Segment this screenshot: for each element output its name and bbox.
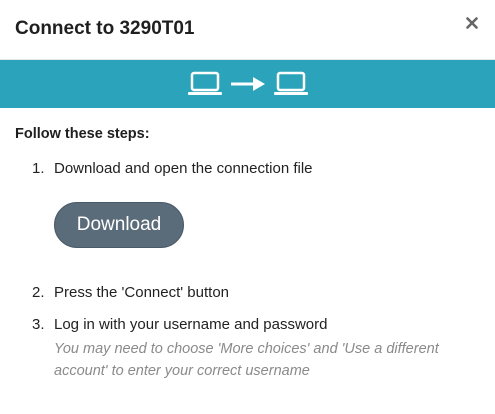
step-text: Press the 'Connect' button	[54, 284, 229, 301]
step-body: Download and open the connection file Do…	[54, 158, 480, 272]
steps-list: 1. Download and open the connection file…	[15, 158, 480, 382]
step-body: Press the 'Connect' button	[54, 282, 480, 304]
step-text: Download and open the connection file	[54, 160, 313, 177]
close-icon	[466, 17, 478, 29]
step-number: 1.	[32, 160, 45, 177]
step-hint: You may need to choose 'More choices' an…	[54, 341, 439, 379]
download-button[interactable]: Download	[54, 202, 184, 248]
connection-banner	[0, 60, 495, 108]
connect-dialog: Connect to 3290T01 Follow these steps: 1…	[0, 0, 495, 414]
step-item: 3. Log in with your username and passwor…	[15, 314, 480, 382]
step-number: 2.	[32, 284, 45, 301]
step-item: 1. Download and open the connection file…	[15, 158, 480, 272]
laptop-icon	[187, 71, 222, 95]
steps-heading: Follow these steps:	[15, 126, 150, 142]
step-text: Log in with your username and password	[54, 316, 328, 333]
dialog-header: Connect to 3290T01	[0, 0, 495, 60]
close-button[interactable]	[463, 14, 481, 32]
arrow-right-icon	[230, 77, 265, 91]
dialog-content: Follow these steps: 1. Download and open…	[0, 108, 495, 382]
step-item: 2. Press the 'Connect' button	[15, 282, 480, 304]
download-wrap: Download	[54, 202, 480, 248]
step-number: 3.	[32, 316, 45, 333]
dialog-title: Connect to 3290T01	[15, 18, 195, 39]
step-body: Log in with your username and password Y…	[54, 314, 480, 382]
laptop-icon	[273, 71, 308, 95]
